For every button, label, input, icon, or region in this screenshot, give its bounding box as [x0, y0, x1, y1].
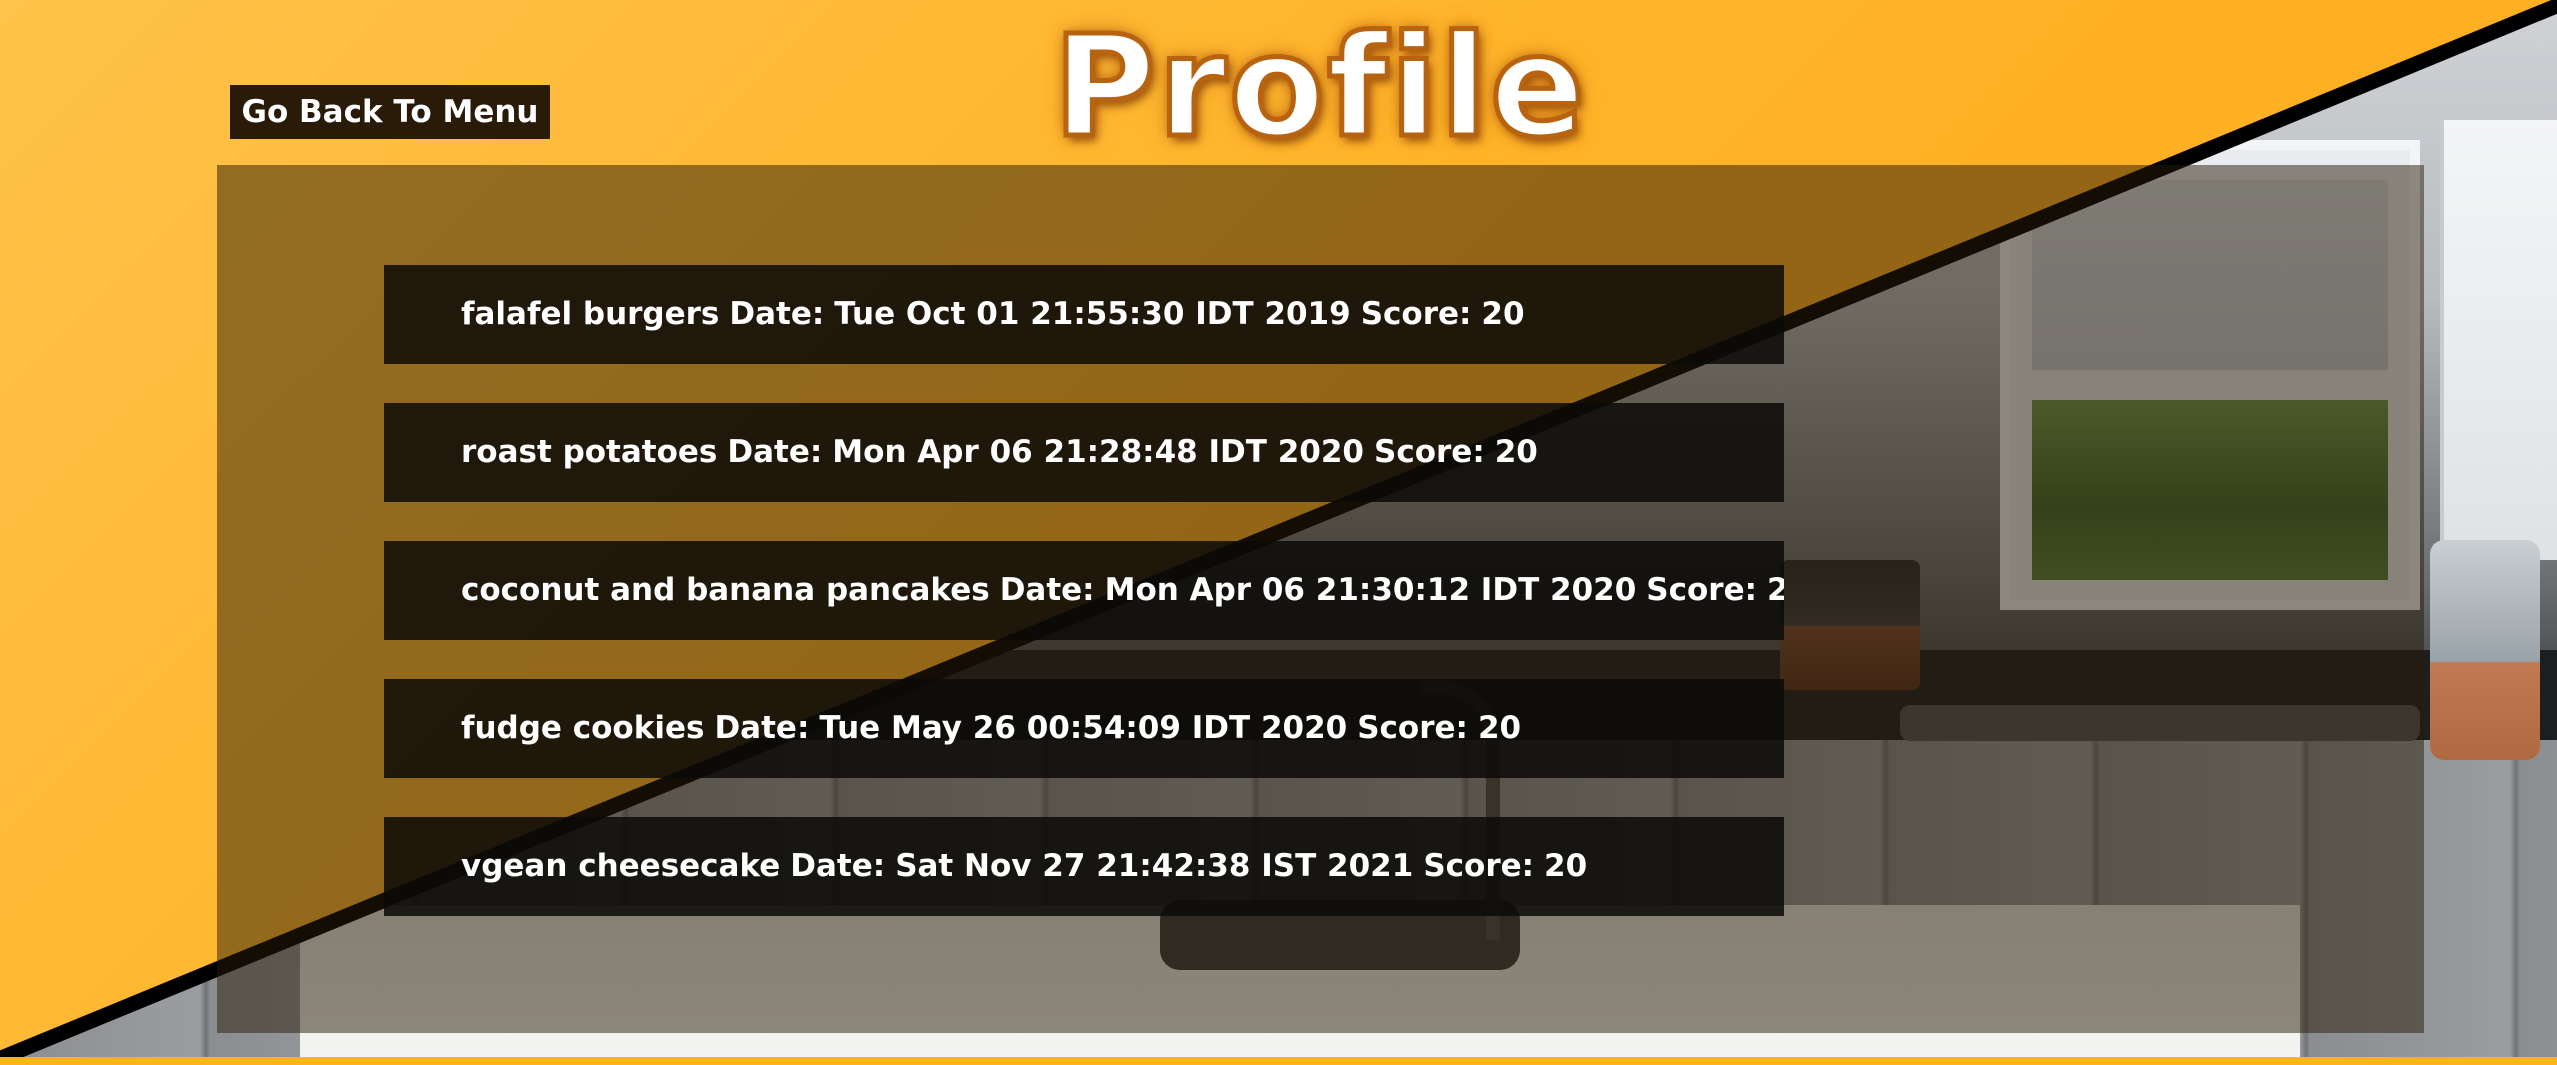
recipe-history-item: vgean cheesecake Date: Sat Nov 27 21:42:38… [384, 817, 1784, 916]
recipe-history-item: fudge cookies Date: Tue May 26 00:54:09 ID… [384, 679, 1784, 778]
recipe-date: Tue May 26 00:54:09 IDT 2020 [819, 710, 1348, 746]
recipe-name: roast potatoes [461, 434, 718, 470]
recipe-score: 20 [1477, 710, 1522, 746]
recipe-score: 20 [1481, 296, 1525, 332]
recipe-score: 20 [1767, 572, 1784, 608]
date-label: Date: [729, 296, 825, 332]
recipe-date: Sat Nov 27 21:42:38 IST 2021 [895, 848, 1414, 884]
recipe-history-item: roast potatoes Date: Mon Apr 06 21:28:48 I… [384, 403, 1784, 502]
date-label: Date: [790, 848, 886, 884]
recipe-history-item: falafel burgers Date: Tue Oct 01 21:55:30 … [384, 265, 1784, 364]
recipe-score: 20 [1494, 434, 1538, 470]
score-label: Score: [1357, 710, 1468, 746]
score-label: Score: [1374, 434, 1485, 470]
recipe-history-item: coconut and banana pancakes Date: Mon Apr … [384, 541, 1784, 640]
date-label: Date: [727, 434, 823, 470]
score-label: Score: [1360, 296, 1472, 332]
recipe-date: Tue Oct 01 21:55:30 IDT 2019 [834, 296, 1351, 332]
recipe-name: fudge cookies [461, 710, 705, 746]
recipe-date: Mon Apr 06 21:30:12 IDT 2020 [1104, 572, 1637, 608]
go-back-to-menu-button[interactable]: Go Back To Menu [230, 85, 550, 139]
recipe-name: falafel burgers [461, 296, 720, 332]
recipe-score: 20 [1544, 848, 1588, 884]
recipe-history-list: falafel burgers Date: Tue Oct 01 21:55:30 … [384, 265, 1784, 955]
date-label: Date: [714, 710, 810, 746]
recipe-name: vgean cheesecake [461, 848, 781, 884]
score-label: Score: [1423, 848, 1535, 884]
profile-history-panel: falafel burgers Date: Tue Oct 01 21:55:30 … [217, 165, 2424, 1033]
score-label: Score: [1646, 572, 1758, 608]
date-label: Date: [999, 572, 1095, 608]
recipe-date: Mon Apr 06 21:28:48 IDT 2020 [832, 434, 1364, 470]
recipe-name: coconut and banana pancakes [461, 572, 990, 608]
